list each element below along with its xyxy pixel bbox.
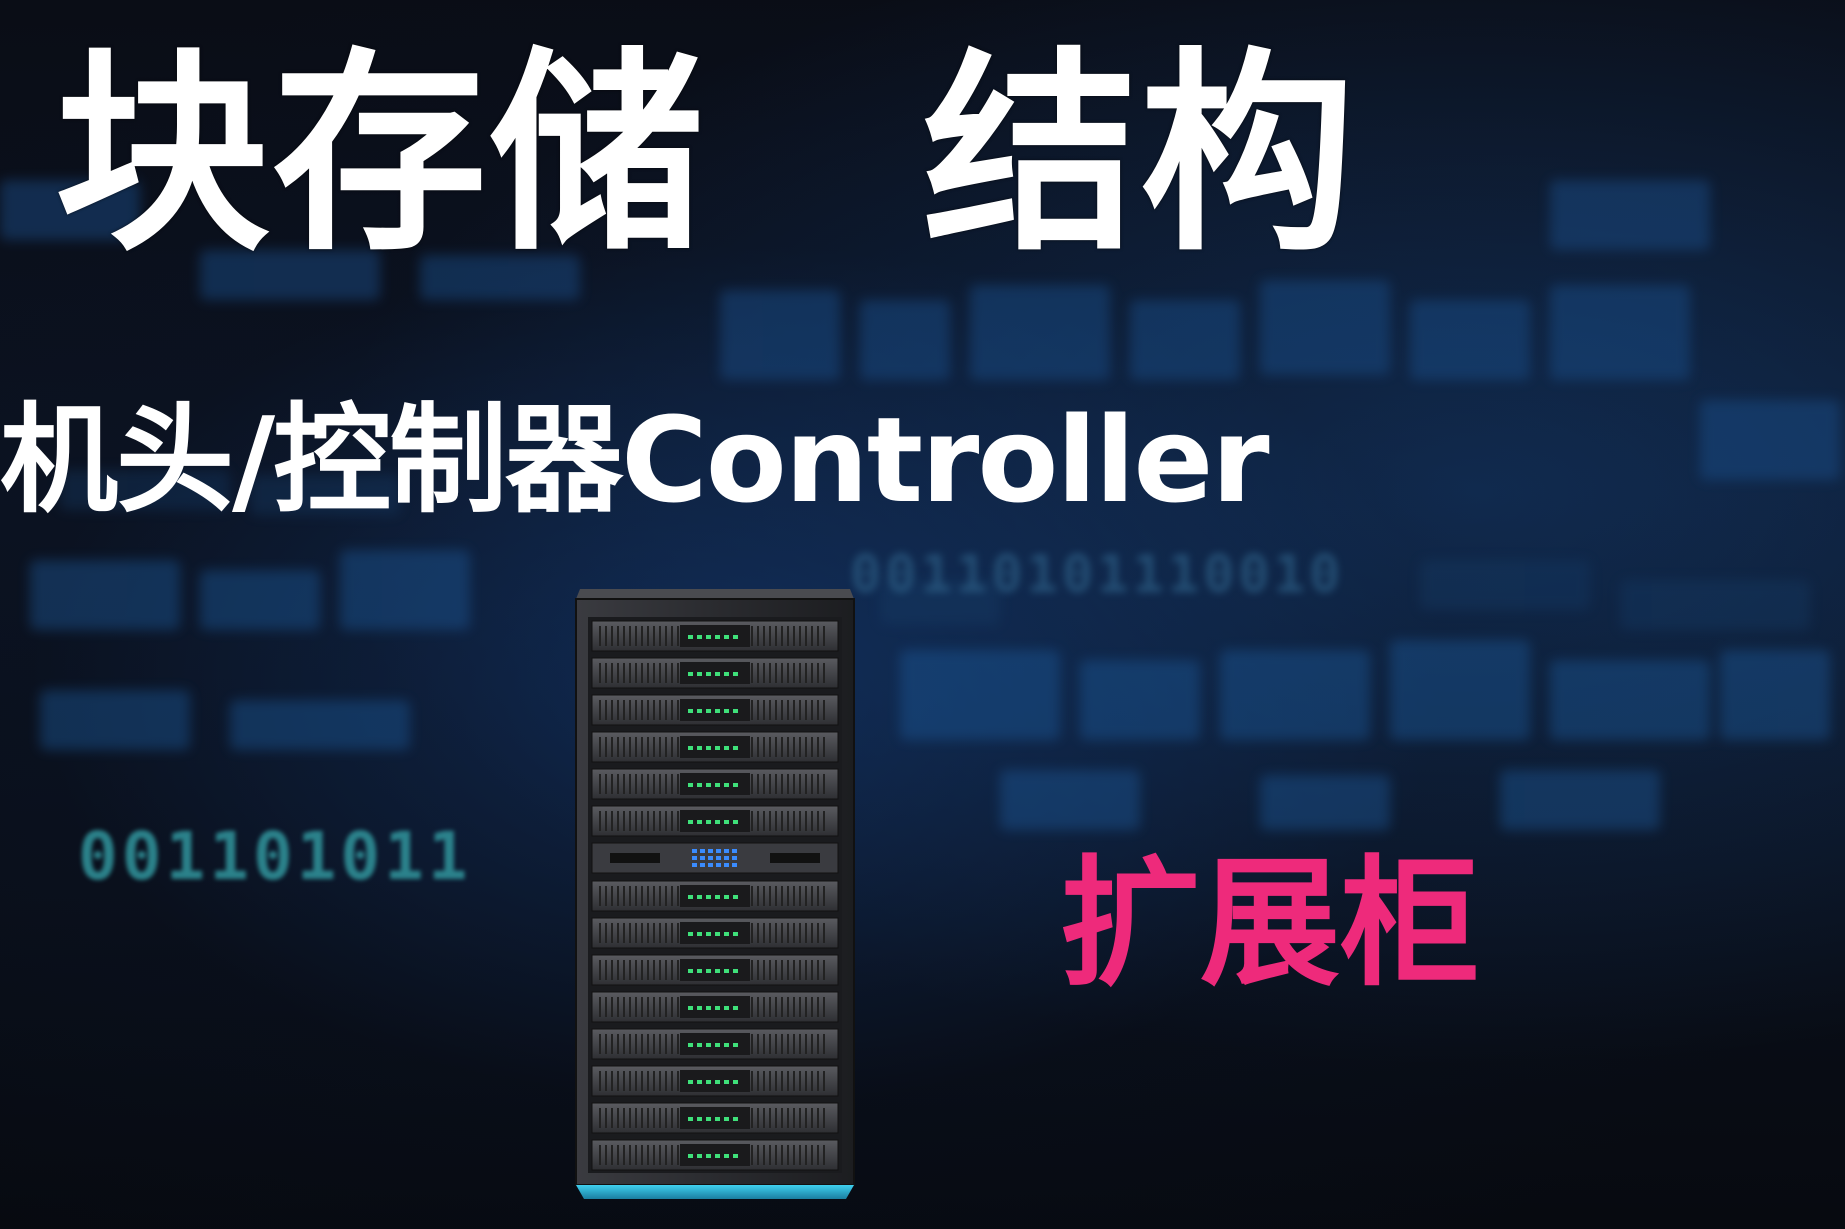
subtitle: 机头/控制器Controller	[0, 391, 1270, 529]
rack-disk-unit	[591, 880, 839, 912]
rack-disk-unit	[591, 657, 839, 689]
rack-disk-unit	[591, 1102, 839, 1134]
rack-disk-unit	[591, 694, 839, 726]
expansion-cabinet-label: 扩展柜	[1060, 843, 1481, 1006]
rack-disk-unit	[591, 954, 839, 986]
server-rack-icon	[575, 589, 855, 1199]
thumbnail-canvas: 00110101110010 001101011 块存储 结构 机头/控制器Co…	[0, 0, 1845, 1229]
rack-disk-unit	[591, 1065, 839, 1097]
rack-disk-unit	[591, 768, 839, 800]
rack-disk-unit	[591, 1028, 839, 1060]
rack-disk-unit	[591, 991, 839, 1023]
rack-disk-unit	[591, 731, 839, 763]
rack-disk-unit	[591, 1139, 839, 1171]
background-binary-text-2: 00110101110010	[850, 545, 1345, 605]
rack-controller-unit	[591, 842, 839, 874]
rack-disk-unit	[591, 805, 839, 837]
background-binary-text-1: 001101011	[78, 818, 472, 895]
rack-disk-unit	[591, 620, 839, 652]
main-title: 块存储 结构	[55, 29, 1357, 280]
rack-disk-unit	[591, 917, 839, 949]
